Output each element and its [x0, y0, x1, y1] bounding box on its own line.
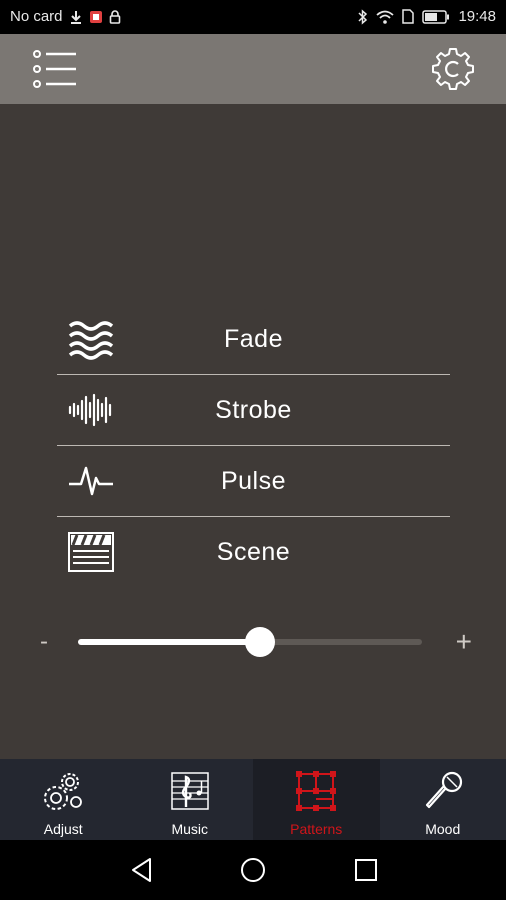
tab-music[interactable]: Music	[127, 759, 254, 840]
tab-label: Mood	[425, 821, 461, 837]
sim-icon	[402, 9, 415, 24]
download-icon	[70, 10, 81, 24]
slider-track[interactable]	[78, 627, 422, 657]
clock: 19:48	[458, 8, 496, 25]
pattern-list: Fade Strobe Pulse Scene	[57, 304, 450, 587]
slider-fill	[78, 639, 261, 645]
tab-patterns[interactable]: Patterns	[253, 759, 380, 840]
pattern-fade[interactable]: Fade	[57, 304, 450, 375]
app-notification-icon	[89, 10, 102, 23]
bottom-tab-bar: Adjust Music Patterns Mood	[0, 759, 506, 840]
bluetooth-icon	[358, 8, 368, 25]
list-menu-icon[interactable]	[30, 48, 78, 90]
microphone-icon	[425, 771, 462, 809]
pattern-label: Pulse	[220, 466, 287, 495]
tab-label: Patterns	[290, 821, 343, 837]
pattern-strobe[interactable]: Strobe	[57, 375, 450, 446]
pattern-label: Fade	[224, 324, 283, 353]
pattern-label: Strobe	[215, 395, 292, 424]
carrier-text: No card	[10, 8, 63, 25]
lock-icon	[109, 9, 120, 24]
patterns-panel: Fade Strobe Pulse Scene - +	[0, 104, 506, 759]
speed-slider[interactable]: - +	[40, 624, 480, 660]
pattern-pulse[interactable]: Pulse	[57, 446, 450, 517]
sound-wave-icon	[68, 393, 112, 427]
clapperboard-icon	[68, 532, 114, 572]
grid-pattern-icon	[296, 771, 337, 811]
pattern-label: Scene	[216, 537, 291, 566]
status-bar: No card 19:48	[0, 0, 506, 34]
app-bar	[0, 34, 506, 104]
tab-label: Adjust	[43, 821, 83, 837]
tab-adjust[interactable]: Adjust	[0, 759, 127, 840]
system-nav-bar	[0, 840, 506, 900]
tab-mood[interactable]: Mood	[380, 759, 506, 840]
battery-icon	[422, 9, 450, 24]
gear-c-icon[interactable]	[430, 46, 476, 92]
waves-icon	[68, 321, 114, 360]
gears-icon	[44, 773, 83, 810]
tab-label: Music	[171, 821, 209, 837]
wifi-icon	[376, 10, 395, 24]
slider-minus-label: -	[40, 628, 48, 655]
slider-thumb[interactable]	[245, 627, 276, 657]
music-sheet-icon	[171, 772, 209, 810]
pattern-scene[interactable]: Scene	[57, 517, 450, 587]
slider-plus-label: +	[455, 626, 472, 657]
back-icon[interactable]	[128, 856, 156, 884]
home-icon[interactable]	[239, 856, 267, 884]
recents-icon[interactable]	[352, 856, 380, 884]
pulse-icon	[69, 466, 113, 496]
